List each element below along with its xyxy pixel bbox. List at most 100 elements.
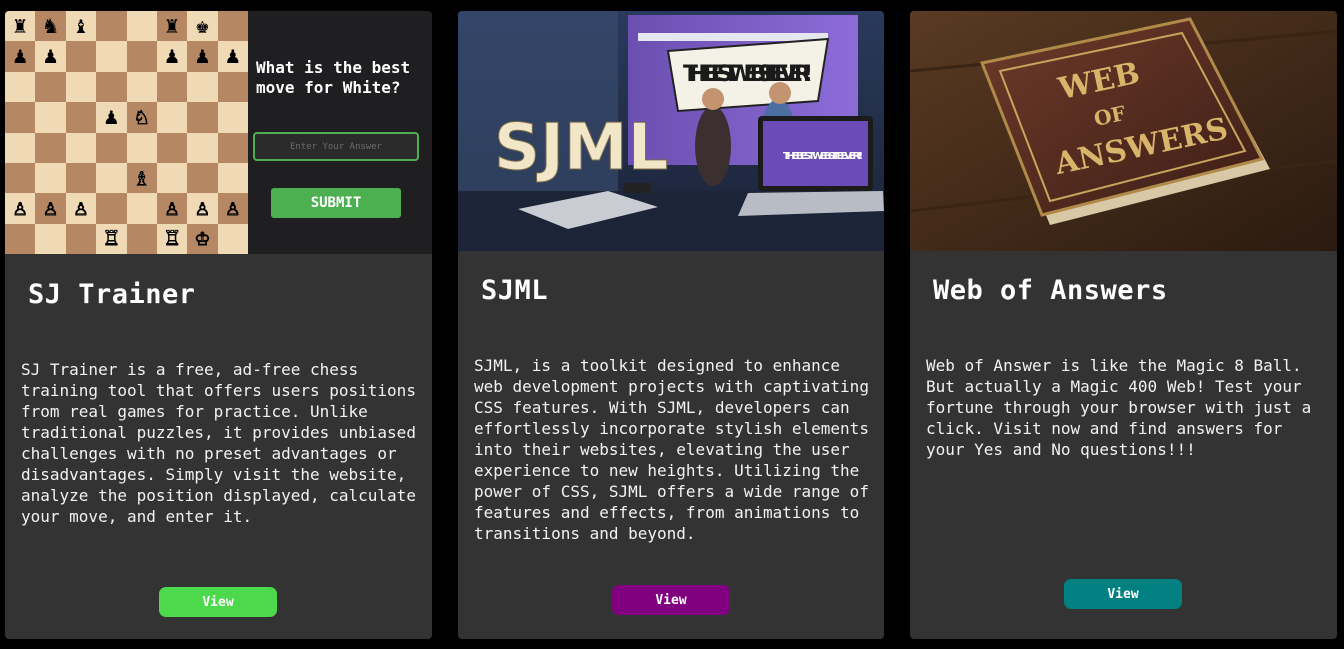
project-card-web-of-answers: WEB OF ANSWERS Web of Answers Web of Ans… [910, 11, 1337, 639]
board-square [217, 132, 248, 163]
board-square [35, 71, 66, 103]
board-square: ♜ [5, 11, 36, 42]
chess-piece-icon: ♘ [134, 103, 149, 130]
board-square [5, 102, 36, 133]
board-square [187, 132, 218, 163]
board-square: ♚ [187, 11, 218, 42]
board-square [96, 162, 127, 194]
web-of-answers-preview: WEB OF ANSWERS [910, 11, 1337, 251]
chess-piece-icon: ♗ [134, 164, 149, 191]
project-card-sj-trainer: ♜ ♞ ♝ ♜ ♚ ♟ ♟ ♟ ♟ ♟ ♟ ♘ ♗ ♙ ♙ ♙ ♙ ♙ ♙ ♖ ♖ ♔ What is the best … [5, 11, 432, 639]
chess-piece-icon: ♚ [195, 12, 210, 39]
chess-piece-icon: ♙ [165, 194, 180, 221]
board-square [5, 71, 36, 103]
board-square: ♟ [217, 41, 248, 72]
board-square: ♟ [156, 41, 188, 72]
chess-piece-icon: ♙ [74, 194, 89, 221]
chess-piece-icon: ♔ [195, 225, 210, 252]
chess-piece-icon: ♙ [13, 194, 28, 221]
board-square [126, 132, 157, 163]
board-square [217, 102, 248, 133]
board-square: ♙ [187, 193, 218, 224]
chess-piece-icon: ♟ [43, 43, 58, 70]
chess-piece-icon: ♞ [43, 12, 58, 39]
board-square [65, 71, 97, 103]
view-button-sjml[interactable]: View [612, 585, 730, 615]
board-square [156, 162, 188, 194]
chess-piece-icon: ♙ [43, 194, 58, 221]
board-square [217, 223, 248, 254]
board-square [35, 102, 66, 133]
chess-piece-icon: ♟ [13, 43, 28, 70]
board-square [126, 71, 157, 103]
chess-piece-icon: ♜ [165, 12, 179, 39]
chess-question: What is the best move for White? [256, 58, 411, 97]
board-square: ♟ [96, 102, 127, 133]
board-square [96, 11, 127, 42]
board-square: ♙ [5, 193, 36, 224]
board-square [126, 41, 157, 72]
board-square [96, 71, 127, 103]
card-title: SJML [481, 275, 549, 306]
board-square: ♙ [65, 193, 97, 224]
board-square [156, 102, 188, 133]
board-square [126, 223, 157, 254]
card-title: SJ Trainer [28, 279, 196, 310]
chess-piece-icon: ♜ [13, 12, 28, 39]
chess-question-panel: What is the best move for White? SUBMIT [248, 11, 432, 254]
sjml-preview: THE BEST WEBSITE EVER!! SJML THE BEST WE… [458, 11, 884, 251]
board-square: ♙ [217, 193, 248, 224]
project-card-sjml: THE BEST WEBSITE EVER!! SJML THE BEST WE… [458, 11, 884, 639]
board-square [35, 223, 66, 254]
board-square [187, 162, 218, 194]
board-square: ♝ [65, 11, 97, 42]
board-square [65, 223, 97, 254]
board-square: ♙ [156, 193, 188, 224]
submit-button[interactable]: SUBMIT [271, 188, 401, 218]
board-square [217, 11, 248, 42]
view-button-sj-trainer[interactable]: View [159, 587, 277, 617]
board-square [217, 71, 248, 103]
board-square [156, 132, 188, 163]
board-square [126, 11, 157, 42]
board-square [65, 102, 97, 133]
board-square [96, 41, 127, 72]
card-title: Web of Answers [933, 275, 1168, 306]
sj-trainer-preview: ♜ ♞ ♝ ♜ ♚ ♟ ♟ ♟ ♟ ♟ ♟ ♘ ♗ ♙ ♙ ♙ ♙ ♙ ♙ ♖ ♖ ♔ What is the best … [5, 11, 432, 254]
board-square [217, 162, 248, 194]
board-square: ♜ [156, 11, 188, 42]
board-square [156, 71, 188, 103]
banner-text: THE BEST WEBSITE EVER!! [683, 62, 813, 87]
board-square: ♟ [187, 41, 218, 72]
board-square [187, 102, 218, 133]
board-square [65, 41, 97, 72]
board-square [5, 132, 36, 163]
chess-piece-icon: ♝ [74, 12, 88, 39]
board-square: ♖ [96, 223, 127, 254]
chess-piece-icon: ♖ [104, 225, 119, 252]
board-square [65, 132, 97, 163]
board-square [96, 132, 127, 163]
chess-piece-icon: ♟ [165, 43, 179, 70]
board-square: ♔ [187, 223, 218, 254]
board-square [5, 223, 36, 254]
chess-piece-icon: ♙ [225, 194, 240, 221]
view-button-web-of-answers[interactable]: View [1064, 579, 1182, 609]
chess-piece-icon: ♖ [165, 225, 180, 252]
board-square [35, 162, 66, 194]
board-square: ♘ [126, 102, 157, 133]
board-square: ♟ [5, 41, 36, 72]
chess-board: ♜ ♞ ♝ ♜ ♚ ♟ ♟ ♟ ♟ ♟ ♟ ♘ ♗ ♙ ♙ ♙ ♙ ♙ ♙ ♖ ♖ ♔ [5, 11, 248, 254]
board-square [5, 162, 36, 194]
answer-input[interactable] [253, 132, 419, 161]
board-square [35, 132, 66, 163]
card-description: SJ Trainer is a free, ad-free chess trai… [21, 360, 416, 526]
board-square [65, 162, 97, 194]
chess-piece-icon: ♙ [195, 194, 210, 221]
chess-piece-icon: ♟ [104, 103, 119, 130]
board-square: ♞ [35, 11, 66, 42]
sjml-logo-text: SJML [494, 111, 668, 185]
card-description: SJML, is a toolkit designed to enhance w… [474, 356, 869, 543]
laptop-screen-text: THE BEST WEBSITE EVER!! [783, 151, 863, 162]
chess-piece-icon: ♟ [195, 43, 210, 70]
